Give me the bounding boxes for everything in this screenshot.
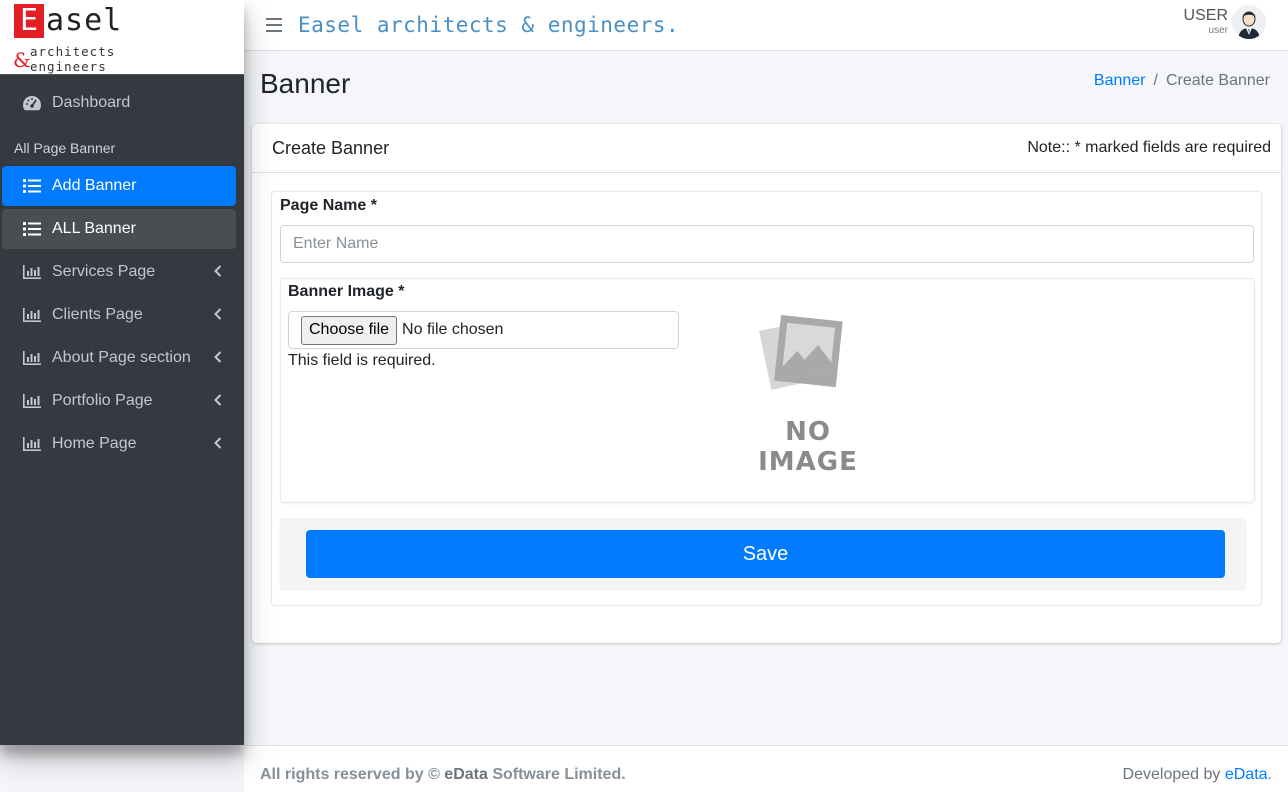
no-image-text: NO IMAGE (758, 417, 858, 477)
banner-image-file-input[interactable]: Choose file No file chosen (288, 311, 679, 349)
chart-bar-icon (22, 434, 42, 454)
chevron-left-icon (214, 264, 222, 282)
sidebar-item-label: Services Page (52, 263, 156, 280)
create-banner-card: Create Banner Note:: * marked fields are… (252, 124, 1281, 643)
banner-form: Page Name * Banner Image * Choose file N… (271, 191, 1262, 606)
chart-bar-icon (22, 305, 42, 325)
developer-prefix: Developed by (1122, 766, 1225, 783)
tachometer-icon (22, 93, 42, 113)
sidebar-item-label: About Page section (52, 349, 191, 366)
logo-letter: E (14, 4, 44, 38)
sidebar-item-label: Home Page (52, 435, 137, 452)
save-button[interactable]: Save (306, 530, 1225, 578)
logo-line2: engineers (30, 59, 107, 74)
sidebar-item-add-banner[interactable]: Add Banner (2, 166, 236, 206)
banner-image-group: Banner Image * Choose file No file chose… (280, 278, 1255, 503)
sidebar: E asel & architects engineers Dashboard … (0, 0, 244, 745)
logo-ampersand: & (13, 48, 31, 72)
sidebar-item-label: Portfolio Page (52, 392, 153, 409)
form-footer: Save (280, 518, 1246, 589)
sidebar-item-label: ALL Banner (52, 220, 136, 237)
chevron-left-icon (214, 393, 222, 411)
copyright-suffix: Software Limited. (487, 766, 626, 783)
card-title: Create Banner (272, 138, 390, 158)
sidebar-item-services-page[interactable]: Services Page (2, 252, 236, 292)
page-name-label: Page Name * (280, 197, 377, 214)
choose-file-button[interactable]: Choose file (301, 315, 398, 345)
sidebar-item-label: Clients Page (52, 306, 143, 323)
developer-credit: Developed by eData. (1123, 766, 1272, 784)
breadcrumb-separator: / (1153, 72, 1158, 89)
sidebar-item-dashboard[interactable]: Dashboard (2, 83, 236, 123)
copyright-text: All rights reserved by © eData Software … (260, 766, 626, 784)
sidebar-item-label: Dashboard (52, 94, 131, 111)
chevron-left-icon (214, 436, 222, 454)
chart-bar-icon (22, 391, 42, 411)
user-name: USER (1183, 7, 1228, 24)
sidebar-nav: Dashboard All Page Banner Add Banner ALL… (0, 75, 244, 464)
sidebar-item-home-page[interactable]: Home Page (2, 424, 236, 464)
copyright-prefix: All rights reserved by © (260, 766, 445, 783)
page-footer: All rights reserved by © eData Software … (244, 745, 1288, 792)
breadcrumb: Banner / Create Banner (1094, 72, 1270, 90)
list-icon (22, 219, 42, 239)
sidebar-item-all-banner[interactable]: ALL Banner (2, 209, 236, 249)
chevron-left-icon (214, 350, 222, 368)
chart-bar-icon (22, 262, 42, 282)
breadcrumb-current: Create Banner (1165, 72, 1270, 89)
user-role: user (1208, 25, 1228, 36)
brand-logo[interactable]: E asel & architects engineers (0, 0, 244, 75)
chevron-left-icon (214, 307, 222, 325)
developer-link[interactable]: eData (1225, 766, 1268, 783)
no-image-placeholder: NO IMAGE (733, 313, 883, 477)
menu-toggle-icon[interactable] (266, 18, 282, 32)
site-title: Easel architects & engineers. (298, 13, 680, 37)
chart-bar-icon (22, 348, 42, 368)
sidebar-section-header: All Page Banner (14, 140, 116, 156)
developer-suffix: . (1267, 766, 1272, 783)
avatar[interactable] (1232, 5, 1266, 39)
required-note: Note:: * marked fields are required (1027, 139, 1271, 156)
sidebar-item-label: Add Banner (52, 177, 137, 194)
sidebar-item-clients-page[interactable]: Clients Page (2, 295, 236, 335)
page-title: Banner (260, 68, 351, 99)
card-header: Create Banner Note:: * marked fields are… (252, 124, 1281, 173)
sidebar-item-portfolio-page[interactable]: Portfolio Page (2, 381, 236, 421)
breadcrumb-link-banner[interactable]: Banner (1094, 72, 1146, 89)
logo-line1: architects (30, 44, 116, 59)
copyright-brand: eData (444, 766, 488, 783)
user-menu[interactable]: USER user (1184, 7, 1228, 37)
list-icon (22, 176, 42, 196)
file-status: No file chosen (402, 321, 504, 338)
top-navbar: Easel architects & engineers. USER user (244, 0, 1288, 51)
logo-word: asel (46, 3, 123, 38)
photo-placeholder-icon (759, 315, 843, 390)
validation-error: This field is required. (288, 352, 436, 369)
banner-image-label: Banner Image * (288, 283, 405, 300)
page-name-input[interactable] (280, 225, 1254, 263)
sidebar-item-about-page-section[interactable]: About Page section (2, 338, 236, 378)
